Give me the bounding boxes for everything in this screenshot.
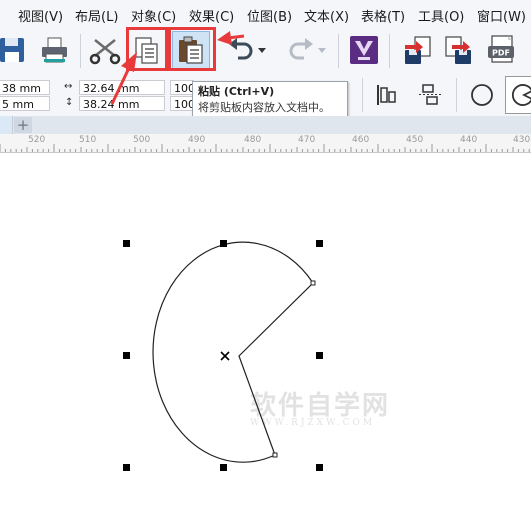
cut-button[interactable]: [86, 31, 124, 69]
watermark: 软件自学网 WWW.RJZXW.COM: [250, 385, 390, 428]
menu-bar: 视图(V) 布局(L) 对象(C) 效果(C) 位图(B) 文本(X) 表格(T…: [0, 0, 531, 29]
tooltip-title: 粘贴 (Ctrl+V): [198, 85, 275, 98]
redo-dropdown[interactable]: [314, 31, 330, 69]
document-tab[interactable]: [0, 116, 13, 134]
chevron-down-icon: [258, 48, 266, 53]
ruler-label: 440: [460, 135, 478, 145]
cut-icon: [89, 39, 121, 65]
horizontal-ruler[interactable]: 520 510 500 490 480 470 460 450 440 430: [0, 134, 531, 153]
add-tab-button[interactable]: +: [14, 117, 32, 133]
paste-highlight-box: [168, 27, 216, 71]
menu-object[interactable]: 对象(C): [131, 6, 176, 25]
save-button[interactable]: [0, 31, 32, 69]
ruler-label: 500: [133, 135, 151, 145]
print-icon: [42, 37, 67, 63]
toolbar-separator: [80, 34, 81, 68]
tooltip-description: 将剪贴板内容放入文档中。: [198, 101, 330, 114]
ruler-label: 470: [298, 135, 316, 145]
menu-window[interactable]: 窗口(W): [477, 6, 526, 25]
toolbar-separator: [389, 34, 390, 68]
height-icon: ↕: [65, 97, 74, 108]
pie-button[interactable]: [505, 76, 531, 114]
watermark-text: 软件自学网: [250, 391, 391, 421]
ruler-label: 450: [406, 135, 424, 145]
menu-table[interactable]: 表格(T): [361, 6, 405, 25]
align-icon: [377, 85, 396, 105]
width-field[interactable]: 32.64 mm: [79, 80, 165, 95]
height-field[interactable]: 38.24 mm: [79, 96, 165, 111]
document-tab-strip: +: [0, 116, 531, 134]
ruler-label: 430: [513, 135, 531, 145]
width-icon: ↔: [64, 81, 73, 92]
pdf-label: PDF: [492, 49, 510, 58]
scale-x-field[interactable]: 100: [170, 80, 194, 95]
export-pdf-button[interactable]: PDF: [483, 31, 521, 69]
paste-tooltip: 粘贴 (Ctrl+V) 将剪贴板内容放入文档中。: [192, 81, 348, 121]
export-button[interactable]: [440, 31, 478, 69]
ruler-label: 460: [352, 135, 370, 145]
menu-layout[interactable]: 布局(L): [75, 6, 118, 25]
corel-launcher-icon: [350, 36, 378, 64]
pie-icon: [512, 84, 531, 106]
propbar-separator: [456, 78, 457, 112]
menu-tools[interactable]: 工具(O): [418, 6, 464, 25]
y-position-field[interactable]: 5 mm: [0, 96, 50, 111]
menu-bitmap[interactable]: 位图(B): [247, 6, 292, 25]
standard-toolbar: PDF: [0, 27, 531, 75]
export-pdf-icon: PDF: [488, 35, 514, 63]
distribute-icon: [419, 84, 441, 105]
print-button[interactable]: [35, 31, 73, 69]
watermark-url: WWW.RJZXW.COM: [250, 418, 376, 428]
ruler-label: 480: [244, 135, 262, 145]
toolbar-separator: [338, 34, 339, 68]
import-button[interactable]: [398, 31, 436, 69]
chevron-down-icon: [318, 48, 326, 53]
copy-highlight-box: [126, 27, 168, 71]
import-icon: [405, 36, 431, 64]
undo-dropdown[interactable]: [254, 31, 270, 69]
ellipse-icon: [471, 84, 493, 106]
app-launcher-button[interactable]: [345, 31, 383, 69]
redo-icon: [289, 38, 313, 60]
menu-text[interactable]: 文本(X): [304, 6, 349, 25]
menu-view[interactable]: 视图(V): [18, 6, 63, 25]
ruler-label: 510: [79, 135, 97, 145]
ellipse-button[interactable]: [463, 76, 501, 114]
scale-y-field[interactable]: 100: [170, 96, 194, 111]
export-icon: [445, 36, 471, 64]
save-icon: [0, 38, 24, 62]
drawing-canvas[interactable]: [0, 153, 531, 532]
align-button[interactable]: [368, 76, 406, 114]
menu-effects[interactable]: 效果(C): [189, 6, 234, 25]
ruler-label: 520: [28, 135, 46, 145]
undo-icon: [229, 38, 253, 60]
x-position-field[interactable]: 38 mm: [0, 80, 50, 95]
ruler-label: 490: [188, 135, 206, 145]
propbar-separator: [362, 78, 363, 112]
distribute-button[interactable]: [410, 76, 448, 114]
